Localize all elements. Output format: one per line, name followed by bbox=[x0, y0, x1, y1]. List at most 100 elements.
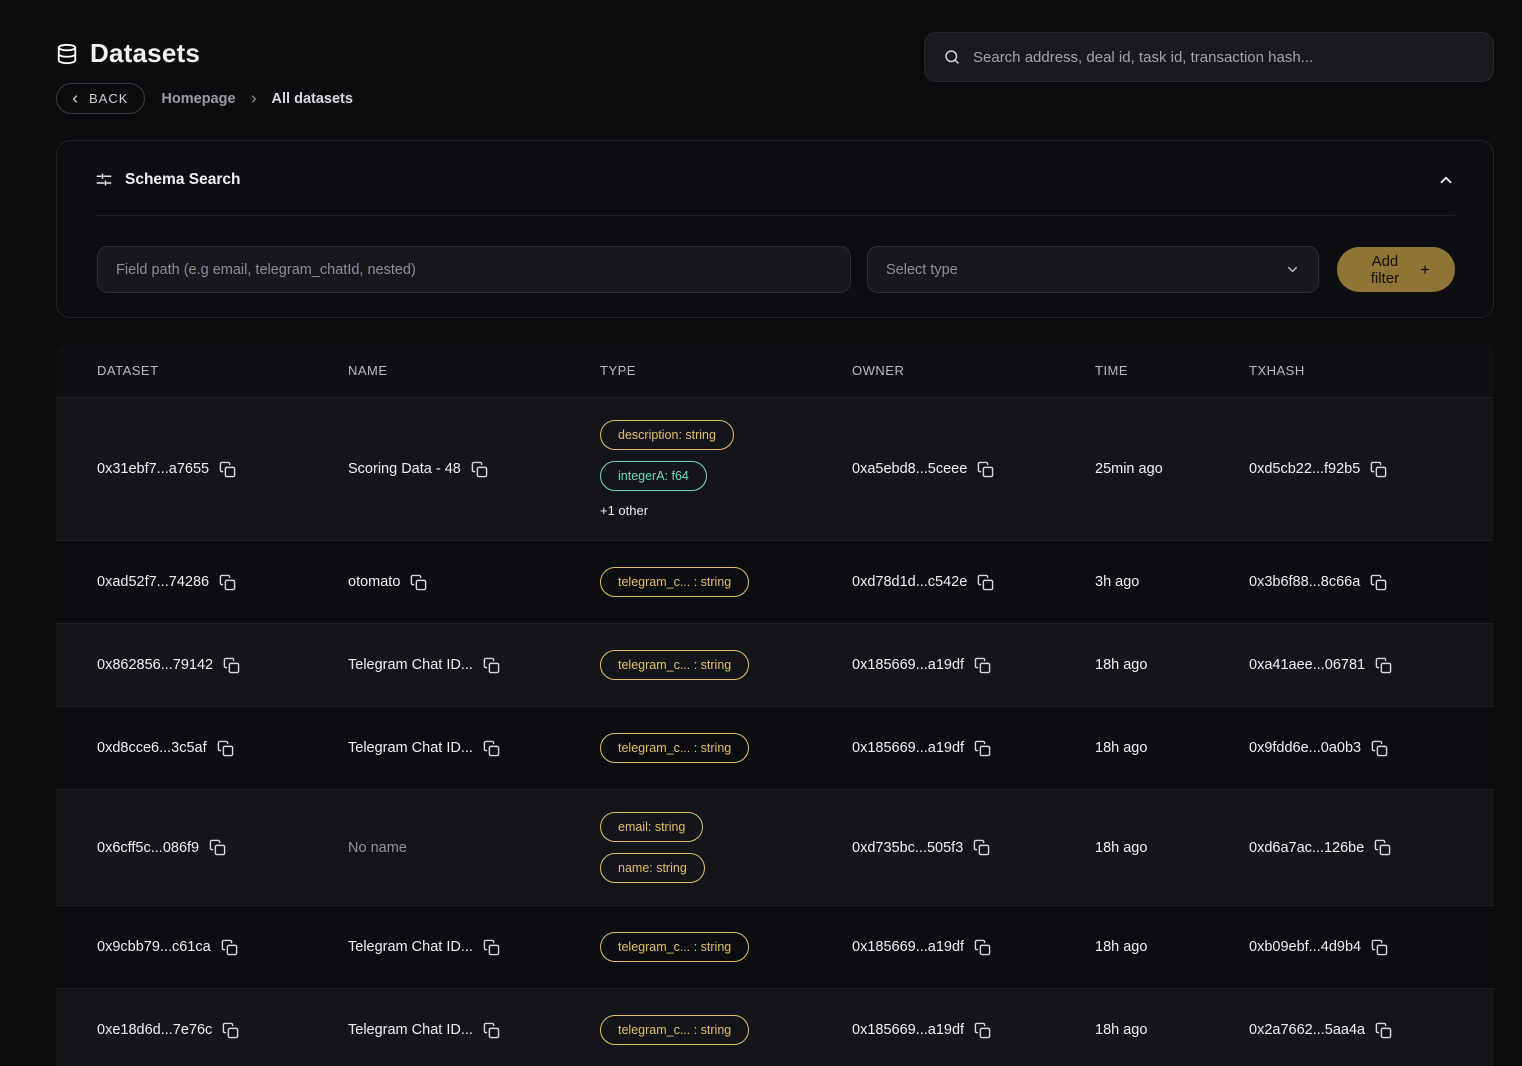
table-row[interactable]: 0x31ebf7...a7655 Scoring Data - 48 descr… bbox=[56, 397, 1494, 540]
copy-icon bbox=[483, 1022, 500, 1039]
copy-icon bbox=[1374, 839, 1391, 856]
copy-dataset-button[interactable] bbox=[219, 461, 236, 478]
dataset-cell: 0x6cff5c...086f9 bbox=[97, 839, 348, 856]
type-select[interactable]: Select type bbox=[867, 246, 1319, 293]
copy-owner-button[interactable] bbox=[977, 574, 994, 591]
type-pill: description: string bbox=[600, 420, 734, 450]
copy-name-button[interactable] bbox=[483, 1022, 500, 1039]
type-select-value: Select type bbox=[886, 262, 958, 278]
time-ago: 18h ago bbox=[1095, 840, 1147, 856]
top-bar: Datasets BACK Homepage All datasets bbox=[56, 32, 1494, 114]
copy-owner-button[interactable] bbox=[974, 657, 991, 674]
time-ago: 18h ago bbox=[1095, 657, 1147, 673]
breadcrumb: Homepage All datasets bbox=[161, 91, 353, 107]
type-pill: telegram_c... : string bbox=[600, 733, 749, 763]
table-row[interactable]: 0xad52f7...74286 otomato telegram_c... :… bbox=[56, 540, 1494, 623]
copy-icon bbox=[974, 657, 991, 674]
table-header: DATASET NAME TYPE OWNER TIME TXHASH bbox=[56, 344, 1494, 397]
copy-txhash-button[interactable] bbox=[1370, 461, 1387, 478]
copy-icon bbox=[223, 657, 240, 674]
copy-icon bbox=[483, 657, 500, 674]
copy-owner-button[interactable] bbox=[973, 839, 990, 856]
owner-id: 0xd735bc...505f3 bbox=[852, 840, 963, 856]
copy-txhash-button[interactable] bbox=[1371, 939, 1388, 956]
nav-row: BACK Homepage All datasets bbox=[56, 83, 353, 114]
breadcrumb-current: All datasets bbox=[272, 91, 353, 107]
datasets-table: DATASET NAME TYPE OWNER TIME TXHASH 0x31… bbox=[56, 344, 1494, 1066]
dataset-id: 0x6cff5c...086f9 bbox=[97, 840, 199, 856]
copy-icon bbox=[219, 461, 236, 478]
copy-txhash-button[interactable] bbox=[1371, 740, 1388, 757]
copy-dataset-button[interactable] bbox=[219, 574, 236, 591]
table-row[interactable]: 0x6cff5c...086f9 No name email: stringna… bbox=[56, 789, 1494, 905]
copy-txhash-button[interactable] bbox=[1375, 657, 1392, 674]
type-pill: integerA: f64 bbox=[600, 461, 707, 491]
owner-id: 0x185669...a19df bbox=[852, 657, 964, 673]
time-cell: 18h ago bbox=[1095, 840, 1249, 856]
type-cell: telegram_c... : string bbox=[600, 993, 852, 1066]
table-row[interactable]: 0xd8cce6...3c5af Telegram Chat ID... tel… bbox=[56, 706, 1494, 789]
table-row[interactable]: 0xe18d6d...7e76c Telegram Chat ID... tel… bbox=[56, 988, 1494, 1066]
copy-icon bbox=[1370, 461, 1387, 478]
copy-dataset-button[interactable] bbox=[209, 839, 226, 856]
txhash-cell: 0x9fdd6e...0a0b3 bbox=[1249, 740, 1494, 757]
copy-icon bbox=[977, 461, 994, 478]
copy-owner-button[interactable] bbox=[977, 461, 994, 478]
schema-search-title: Schema Search bbox=[125, 171, 240, 189]
copy-name-button[interactable] bbox=[483, 740, 500, 757]
copy-txhash-button[interactable] bbox=[1374, 839, 1391, 856]
dataset-name: Telegram Chat ID... bbox=[348, 939, 473, 955]
owner-cell: 0xd78d1d...c542e bbox=[852, 574, 1095, 591]
more-types-label: +1 other bbox=[600, 503, 648, 518]
chevron-down-icon bbox=[1285, 262, 1300, 277]
breadcrumb-homepage[interactable]: Homepage bbox=[161, 91, 235, 107]
copy-txhash-button[interactable] bbox=[1370, 574, 1387, 591]
copy-name-button[interactable] bbox=[410, 574, 427, 591]
dataset-name: Scoring Data - 48 bbox=[348, 461, 461, 477]
datasets-page: Datasets BACK Homepage All datasets bbox=[0, 0, 1522, 1066]
txhash-cell: 0xd5cb22...f92b5 bbox=[1249, 461, 1494, 478]
back-button[interactable]: BACK bbox=[56, 83, 145, 114]
copy-icon bbox=[973, 839, 990, 856]
dataset-id: 0x9cbb79...c61ca bbox=[97, 939, 211, 955]
txhash-cell: 0xb09ebf...4d9b4 bbox=[1249, 939, 1494, 956]
time-ago: 18h ago bbox=[1095, 1022, 1147, 1038]
copy-icon bbox=[974, 740, 991, 757]
dataset-name: otomato bbox=[348, 574, 400, 590]
schema-search-header: Schema Search bbox=[95, 171, 240, 189]
copy-dataset-button[interactable] bbox=[217, 740, 234, 757]
owner-id: 0x185669...a19df bbox=[852, 740, 964, 756]
copy-icon bbox=[217, 740, 234, 757]
copy-dataset-button[interactable] bbox=[222, 1022, 239, 1039]
field-path-input[interactable] bbox=[97, 246, 851, 293]
type-pill: telegram_c... : string bbox=[600, 650, 749, 680]
copy-icon bbox=[471, 461, 488, 478]
type-pill: telegram_c... : string bbox=[600, 1015, 749, 1045]
copy-dataset-button[interactable] bbox=[223, 657, 240, 674]
global-search[interactable] bbox=[924, 32, 1494, 82]
copy-owner-button[interactable] bbox=[974, 1022, 991, 1039]
copy-owner-button[interactable] bbox=[974, 740, 991, 757]
dataset-name: Telegram Chat ID... bbox=[348, 657, 473, 673]
copy-name-button[interactable] bbox=[483, 657, 500, 674]
global-search-input[interactable] bbox=[973, 49, 1475, 66]
sliders-icon bbox=[95, 171, 113, 189]
table-row[interactable]: 0x9cbb79...c61ca Telegram Chat ID... tel… bbox=[56, 905, 1494, 988]
dataset-id: 0xe18d6d...7e76c bbox=[97, 1022, 212, 1038]
time-cell: 3h ago bbox=[1095, 574, 1249, 590]
copy-owner-button[interactable] bbox=[974, 939, 991, 956]
copy-icon bbox=[222, 1022, 239, 1039]
col-header-time: TIME bbox=[1095, 363, 1249, 378]
page-title-row: Datasets bbox=[56, 38, 353, 69]
copy-icon bbox=[1375, 1022, 1392, 1039]
collapse-panel-button[interactable] bbox=[1433, 167, 1459, 193]
owner-cell: 0x185669...a19df bbox=[852, 657, 1095, 674]
copy-dataset-button[interactable] bbox=[221, 939, 238, 956]
copy-name-button[interactable] bbox=[483, 939, 500, 956]
copy-icon bbox=[974, 1022, 991, 1039]
table-row[interactable]: 0x862856...79142 Telegram Chat ID... tel… bbox=[56, 623, 1494, 706]
copy-txhash-button[interactable] bbox=[1375, 1022, 1392, 1039]
copy-icon bbox=[1370, 574, 1387, 591]
copy-name-button[interactable] bbox=[471, 461, 488, 478]
add-filter-button[interactable]: Add filter bbox=[1337, 247, 1455, 292]
